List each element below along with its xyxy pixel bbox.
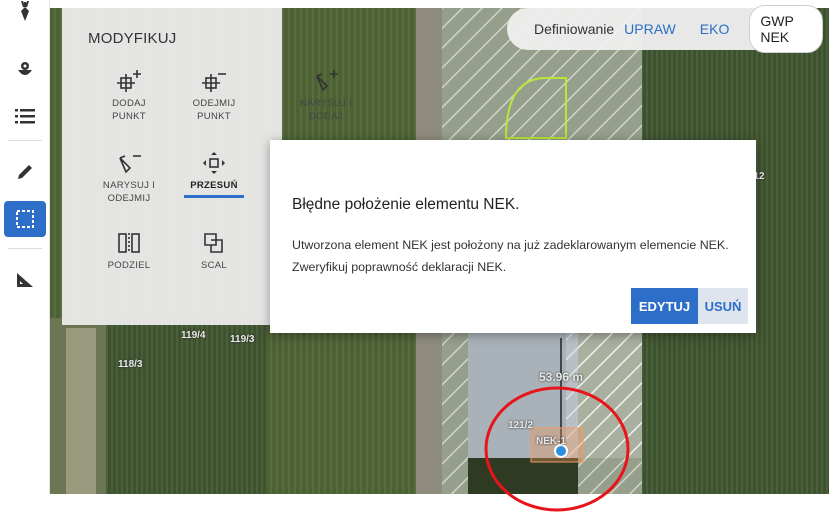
split-icon: [93, 228, 165, 258]
tool-draw-subtract[interactable]: NARYSUJ I ODEJMIJ: [93, 148, 165, 204]
tool-label-line2: ODEJMIJ: [107, 193, 151, 204]
edit-button[interactable]: EDYTUJ: [631, 288, 698, 324]
list-icon[interactable]: [4, 98, 46, 134]
toggle-option-eko[interactable]: EKO: [700, 21, 730, 37]
active-tool-underline: [184, 195, 244, 198]
select-area-icon[interactable]: [4, 201, 46, 237]
move-icon: [178, 148, 250, 178]
tool-label-line1: NARYSUJ I: [102, 180, 156, 191]
tool-label-line1: PRZESUŃ: [190, 180, 238, 191]
tool-label-line2: PUNKT: [112, 111, 146, 122]
tool-label-line1: DODAJ: [112, 98, 146, 109]
add-point-icon: [93, 66, 165, 96]
dialog-message: Utworzona element NEK jest położony na j…: [292, 234, 752, 278]
toggle-label: Definiowanie: [534, 21, 615, 37]
tool-label-line1: NARYSUJ I: [299, 98, 353, 109]
app-root: 122/12 119/4 119/3 118/3 53.96 m 121/2 N…: [0, 0, 829, 515]
toggle-option-upraw[interactable]: UPRAW: [624, 21, 676, 37]
dialog-message-line1: Utworzona element NEK jest położony na j…: [292, 238, 729, 252]
tool-remove-point[interactable]: ODEJMIJ PUNKT: [178, 66, 250, 122]
tool-label-line1: PODZIEL: [107, 260, 151, 271]
tool-label-line1: ODEJMIJ: [192, 98, 236, 109]
draw-add-icon: [298, 66, 354, 96]
crop-icon[interactable]: [4, 0, 46, 30]
modify-panel: MODYFIKUJ DODAJ PUNKT ODEJMIJ PUNKT NARY…: [62, 8, 352, 325]
measure-ruler-icon[interactable]: [4, 262, 46, 298]
plant-icon[interactable]: [4, 52, 46, 88]
left-toolbar: [0, 0, 50, 494]
tool-split[interactable]: PODZIEL: [93, 228, 165, 271]
dialog-title: Błędne położenie elementu NEK.: [292, 196, 520, 213]
tool-label-line1: SCAL: [200, 260, 228, 271]
definition-mode-toggle: Definiowanie UPRAW EKO GWP NEK: [507, 5, 823, 53]
draw-subtract-icon: [93, 148, 165, 178]
tool-add-point[interactable]: DODAJ PUNKT: [93, 66, 165, 122]
tool-label-line2: DODAJ: [309, 111, 343, 122]
merge-icon: [178, 228, 250, 258]
tool-move[interactable]: PRZESUŃ: [178, 148, 250, 198]
remove-point-icon: [178, 66, 250, 96]
tool-draw-add[interactable]: NARYSUJ I DODAJ: [298, 66, 354, 122]
dialog-message-line2: Zweryfikuj poprawność deklaracji NEK.: [292, 260, 507, 274]
toggle-option-gwp-nek[interactable]: GWP NEK: [749, 5, 823, 53]
tool-merge[interactable]: SCAL: [178, 228, 250, 271]
tool-label-line2: PUNKT: [197, 111, 231, 122]
edit-pencil-icon[interactable]: [4, 154, 46, 190]
delete-button[interactable]: USUŃ: [698, 288, 748, 324]
error-dialog: Błędne położenie elementu NEK. Utworzona…: [270, 140, 756, 333]
panel-title: MODYFIKUJ: [88, 30, 177, 47]
